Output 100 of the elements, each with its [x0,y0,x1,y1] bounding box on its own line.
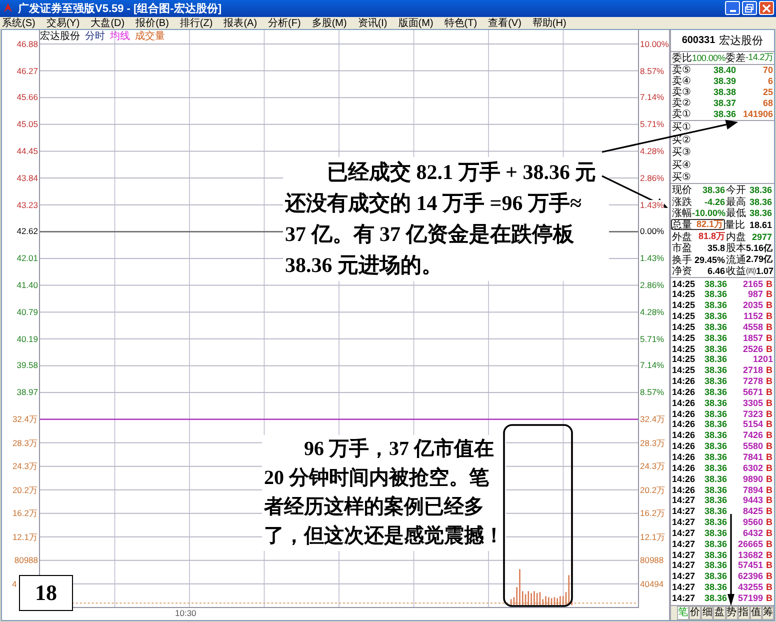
order-volume: 70 [762,65,773,76]
menu-item[interactable]: 排行(Z) [180,16,213,30]
tick-time: 14:27 [672,517,696,528]
field-label: 委比 [672,52,692,64]
field-label: 流通 [726,254,746,266]
menu-item[interactable]: 特色(T) [444,16,478,30]
tick-volume: 2035 [742,300,763,310]
field-label: 今开 [726,184,746,196]
panel-tab[interactable]: 细 [701,606,714,620]
tick-price: 38.36 [703,278,727,289]
menu-item[interactable]: 报价(B) [136,16,169,30]
tick-volume: 2718 [742,365,763,376]
tick-time: 14:27 [672,506,696,516]
maximize-button[interactable] [742,1,757,16]
axis-label: 24.3万 [11,461,38,471]
tick-time: 14:26 [672,419,696,430]
tick-time: 14:26 [672,376,696,386]
axis-label: 8.57% [640,66,664,76]
tick-time: 14:25 [672,300,696,310]
tick-time: 14:26 [672,474,696,484]
axis-label: 44.45 [16,146,38,156]
panel-tab[interactable]: 笔 [677,606,690,620]
menu-item[interactable]: 分析(F) [268,16,301,30]
close-icon [762,4,771,13]
trade-side: B [766,484,773,495]
menu-item[interactable]: 资讯(I) [358,16,388,30]
axis-label: 40494 [640,578,664,588]
axis-label: 4 [11,578,18,588]
stock-name: 宏达股份 [719,34,764,48]
tick-time: 14:25 [672,322,696,332]
axis-label: 40.79 [16,306,38,317]
trade-side: B [766,344,773,354]
tick-volume: 3305 [742,398,763,408]
order-price: 38.37 [712,98,736,108]
panel-tab[interactable]: 筹 [762,606,774,620]
legend-label: 成交量 [135,30,165,43]
field-value: 81.8万 [697,230,726,244]
axis-label: 43.84 [16,172,38,183]
tick-volume: 4558 [742,322,763,332]
axis-label: 24.3万 [640,461,666,471]
axis-label: 1.43% [640,253,664,264]
field-label: 量比 [725,218,745,232]
tick-volume: 57451 [738,560,763,570]
field-label: 最高 [726,196,746,208]
tick-price: 38.36 [703,408,727,419]
menu-item[interactable]: 大盘(D) [90,16,125,30]
panel-tab[interactable]: 价 [689,606,702,620]
axis-label: 5.71% [640,334,664,344]
axis-label: 1.43% [640,200,664,210]
menu-item[interactable]: 交易(Y) [46,16,80,30]
field-value: -4.26 [703,196,726,207]
menu-item[interactable]: 多股(M) [312,16,347,30]
trade-side: B [766,571,773,582]
time-label: 10:30 [175,608,196,618]
axis-label: 16.2万 [11,508,38,518]
panel-tab[interactable]: 指 [738,606,750,620]
tick-volume: 1152 [743,311,763,322]
app-logo-icon [2,2,14,14]
menu-item[interactable]: 系统(S) [2,16,36,30]
trade-side: B [766,452,773,462]
tick-volume: 62396 [738,571,763,582]
trade-side: B [766,322,773,332]
tick-time: 14:27 [672,571,696,582]
minimize-icon [730,10,736,12]
panel-tab[interactable]: 值 [750,606,762,620]
tick-volume: 5154 [742,419,763,430]
maximize-icon [745,4,754,13]
tick-price: 38.36 [703,582,727,592]
tick-price: 38.36 [703,528,727,538]
axis-label: 80988 [640,555,664,565]
panel-tab[interactable]: 势 [726,606,738,620]
panel-tab[interactable]: 盘 [713,606,726,620]
order-volume: 25 [762,87,773,98]
axis-label: 5.71% [640,119,664,130]
order-price: 38.38 [712,87,736,98]
tick-volume: 26665 [738,538,763,549]
axis-label: 12.1万 [640,532,666,542]
order-volume: 68 [762,98,773,108]
tick-price: 38.36 [703,322,727,332]
tick-price: 38.36 [703,484,727,495]
field-label: 最低 [726,207,746,220]
menu-item[interactable]: 查看(V) [488,16,522,30]
stock-code: 600331 [682,34,716,46]
field-label: 净资 [672,265,692,278]
field-label: 收益㈣ [726,265,756,278]
field-value: 29.45% [693,254,726,265]
menu-item[interactable]: 版面(M) [398,16,434,30]
close-button[interactable] [759,1,774,16]
tick-time: 14:25 [672,289,696,300]
field-value: 2977 [750,232,773,242]
trade-side: B [766,550,773,560]
order-label: 买③ [672,146,692,160]
chart-mode-label[interactable]: 分时 [85,28,105,43]
axis-label: 41.40 [16,280,38,290]
trade-side: B [766,495,773,506]
menu-item[interactable]: 报表(A) [224,16,258,30]
minimize-button[interactable] [725,1,740,16]
menu-item[interactable]: 帮助(H) [532,16,566,30]
order-label: 买⑤ [672,171,692,184]
field-label: 委差 [725,52,746,65]
